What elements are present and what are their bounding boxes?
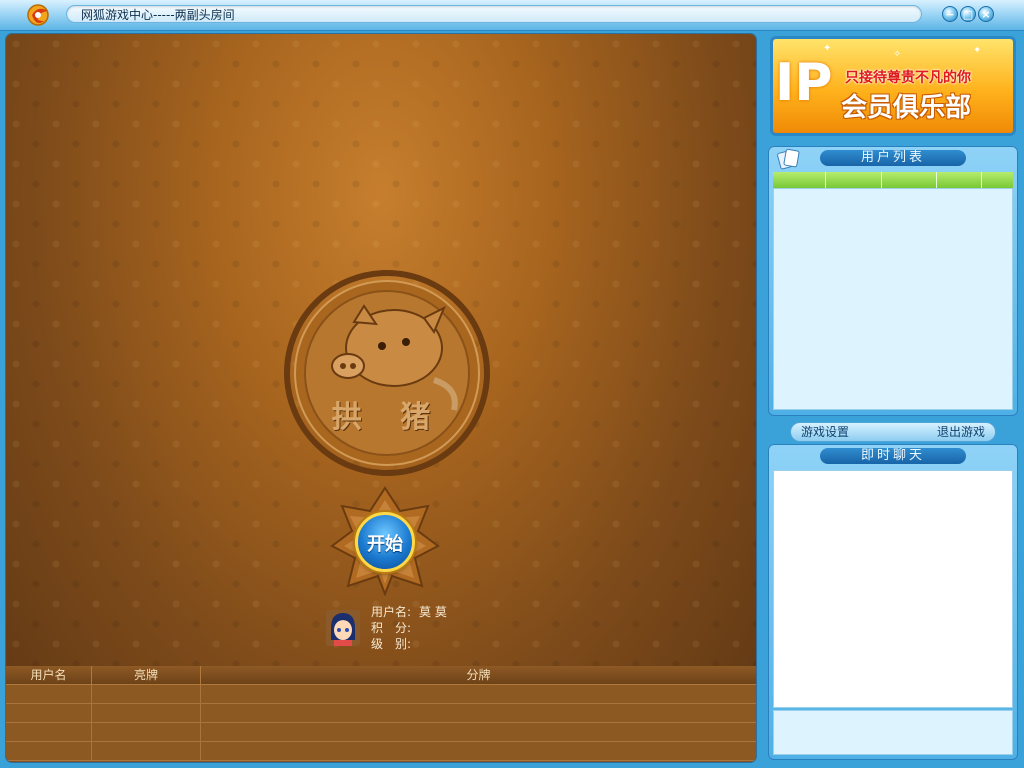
chat-panel: 即时聊天: [768, 444, 1018, 760]
fox-app-logo-icon: [27, 4, 49, 26]
cell-username: [6, 723, 92, 741]
cell-username: [6, 685, 92, 703]
maximize-button[interactable]: □: [960, 6, 976, 22]
chat-input[interactable]: [773, 710, 1013, 755]
game-settings-button[interactable]: 游戏设置: [801, 423, 849, 441]
start-button[interactable]: 开始: [355, 512, 415, 572]
exit-game-button[interactable]: 退出游戏: [937, 423, 985, 441]
chat-title: 即时聊天: [820, 448, 966, 464]
cell-point-cards: [201, 723, 756, 741]
minimize-button[interactable]: −: [942, 6, 958, 22]
player-avatar-icon: [326, 610, 360, 646]
user-list-column[interactable]: [937, 172, 982, 188]
header-username: 用户名: [6, 666, 92, 684]
action-tabs: 游戏设置 退出游戏: [790, 422, 996, 442]
playing-cards-icon: [777, 148, 800, 170]
user-list-column[interactable]: [773, 172, 826, 188]
vip-tagline: 只接待尊贵不凡的你: [845, 70, 971, 86]
username-value: 莫 莫: [419, 605, 447, 619]
title-bar[interactable]: 网狐游戏中心-----两副头房间 − □ ×: [0, 0, 1024, 31]
vip-club-title: 会员俱乐部: [841, 93, 972, 123]
game-table: 拱 猪 开始 用户名: 莫 莫 积 分: 级 别: 用户名 亮牌 分牌: [6, 34, 756, 762]
user-list-column[interactable]: [826, 172, 882, 188]
cell-point-cards: [201, 685, 756, 703]
sparkle-icon: ✧: [893, 49, 902, 60]
cell-point-cards: [201, 742, 756, 760]
table-row: [6, 685, 756, 704]
table-row: [6, 704, 756, 723]
header-point-cards: 分牌: [466, 668, 491, 682]
user-list-panel: 用户列表: [768, 146, 1018, 416]
close-button[interactable]: ×: [978, 6, 994, 22]
header-shown-cards: 亮牌: [92, 666, 201, 684]
username-label: 用户名:: [371, 605, 412, 619]
cell-shown-cards: [92, 723, 201, 741]
cell-username: [6, 742, 92, 760]
cell-shown-cards: [92, 704, 201, 722]
cell-point-cards: [201, 704, 756, 722]
user-list-column[interactable]: [982, 172, 1013, 188]
table-row: [6, 742, 756, 761]
vip-banner[interactable]: ✦ ✧ ✦ IP 只接待尊贵不凡的你 会员俱乐部: [770, 36, 1016, 136]
level-label: 级 别:: [371, 637, 412, 651]
vip-letters: IP: [775, 53, 833, 113]
score-table: 用户名 亮牌 分牌: [6, 666, 756, 762]
cell-shown-cards: [92, 742, 201, 760]
user-list[interactable]: [773, 188, 1013, 410]
score-label: 积 分:: [371, 621, 412, 635]
score-table-header: 用户名 亮牌 分牌: [6, 666, 756, 685]
player-info: 用户名: 莫 莫 积 分: 级 别:: [371, 604, 447, 652]
vip-banner-image: ✦ ✧ ✦ IP 只接待尊贵不凡的你 会员俱乐部: [773, 39, 1013, 133]
chat-log[interactable]: [773, 470, 1013, 708]
user-list-header: [773, 172, 1013, 188]
cell-shown-cards: [92, 685, 201, 703]
window-title: 网狐游戏中心-----两副头房间: [66, 5, 922, 23]
cell-username: [6, 704, 92, 722]
sparkle-icon: ✦: [973, 45, 982, 56]
table-row: [6, 723, 756, 742]
pig-emblem-icon: [284, 270, 490, 476]
user-list-column[interactable]: [882, 172, 937, 188]
emblem-text: 拱 猪: [331, 400, 445, 435]
user-list-title: 用户列表: [820, 150, 966, 166]
